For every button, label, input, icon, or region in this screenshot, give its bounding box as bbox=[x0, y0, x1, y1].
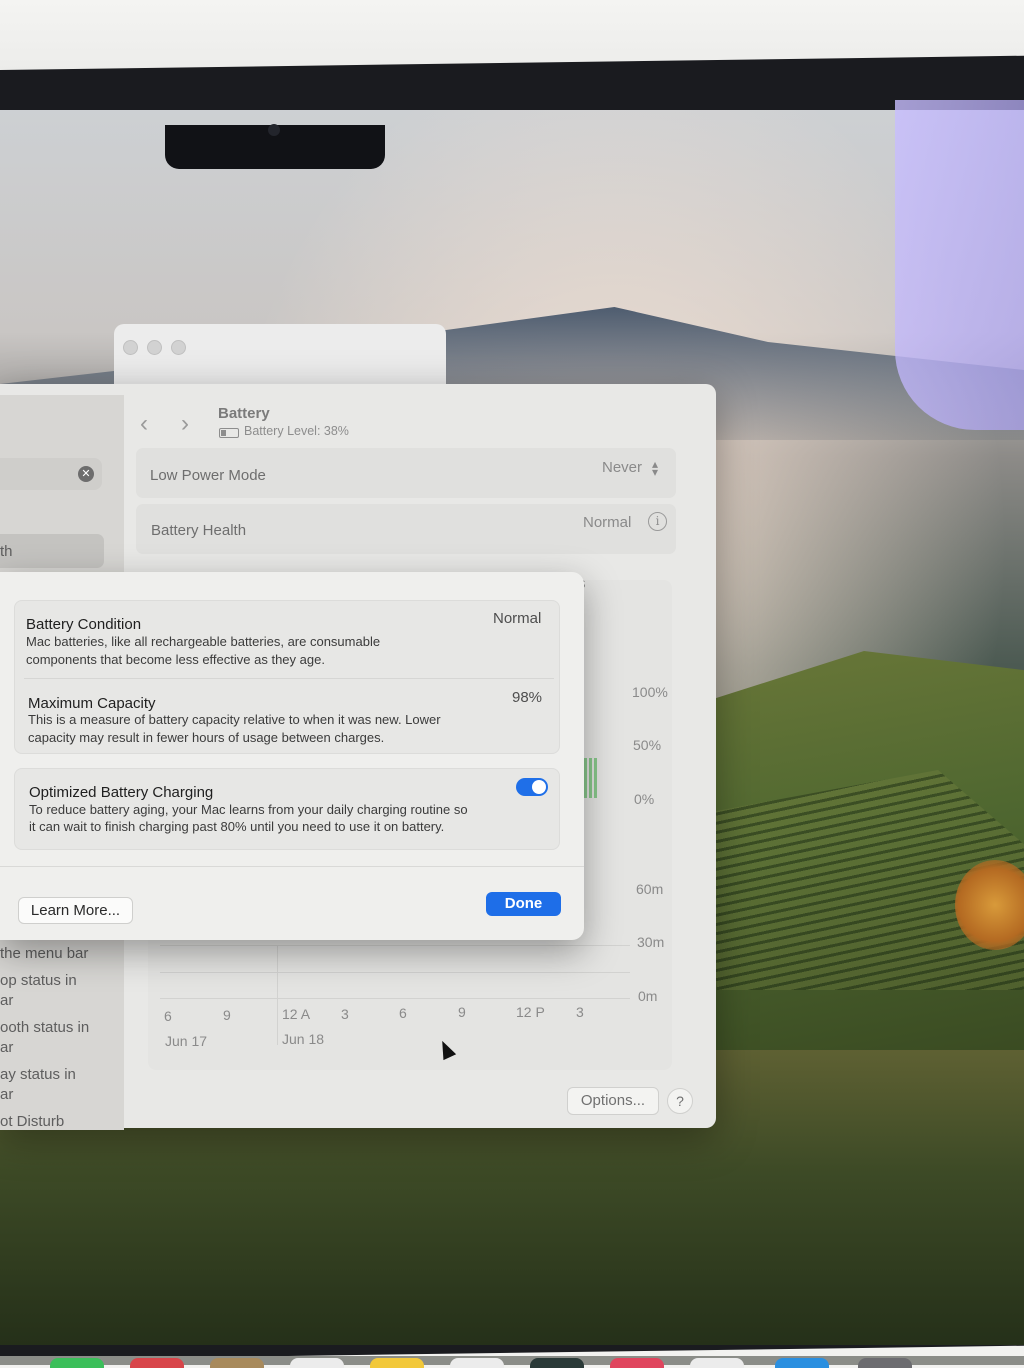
toggle-knob bbox=[532, 780, 546, 794]
dock-app-icon[interactable] bbox=[530, 1358, 584, 1368]
battery-condition-desc: components that become less effective as… bbox=[26, 652, 325, 667]
battery-condition-title: Battery Condition bbox=[26, 616, 142, 633]
date-label: Jun 17 bbox=[165, 1033, 208, 1049]
maximum-capacity-desc: This is a measure of battery capacity re… bbox=[28, 712, 441, 727]
battery-condition-desc: Mac batteries, like all rechargeable bat… bbox=[26, 634, 381, 649]
dock-app-icon[interactable] bbox=[50, 1358, 104, 1368]
minimize-window-button[interactable] bbox=[147, 340, 162, 355]
close-window-button[interactable] bbox=[123, 340, 138, 355]
time-tick: 9 bbox=[458, 1004, 466, 1020]
camera-icon bbox=[268, 124, 280, 136]
sidebar-item-menu-bar[interactable]: the menu bar bbox=[0, 945, 88, 962]
low-power-mode-label: Low Power Mode bbox=[150, 467, 266, 484]
dock-app-icon[interactable] bbox=[290, 1358, 344, 1368]
screen-axis-label: 0m bbox=[638, 988, 658, 1004]
learn-more-button[interactable]: Learn More... bbox=[18, 897, 133, 924]
sidebar-item-label: th bbox=[0, 543, 13, 560]
battery-health-label: Battery Health bbox=[151, 522, 247, 539]
gridline bbox=[160, 998, 630, 999]
sidebar-item-do-not-disturb[interactable]: ot Disturb bbox=[0, 1113, 64, 1130]
dock-app-icon[interactable] bbox=[775, 1358, 829, 1368]
maximum-capacity-value: 98% bbox=[512, 689, 543, 706]
time-tick: 3 bbox=[341, 1006, 349, 1022]
battery-level-bar bbox=[594, 758, 597, 798]
dock-app-icon[interactable] bbox=[610, 1358, 664, 1368]
day-divider bbox=[277, 945, 278, 1045]
battery-level-bar bbox=[589, 758, 592, 798]
chevron-right-icon[interactable]: › bbox=[181, 410, 189, 438]
screen-axis-label: 30m bbox=[637, 934, 665, 950]
low-power-mode-select[interactable]: Never bbox=[602, 459, 642, 476]
sheet-divider bbox=[0, 866, 584, 867]
zoom-window-button[interactable] bbox=[171, 340, 186, 355]
level-axis-label: 50% bbox=[633, 737, 662, 753]
sidebar-item-label[interactable]: ar bbox=[0, 1039, 13, 1056]
sidebar-item-label[interactable]: ay status in bbox=[0, 1066, 76, 1083]
sidebar-item-label[interactable]: ar bbox=[0, 992, 13, 1009]
dock-app-icon[interactable] bbox=[858, 1358, 912, 1368]
chevron-left-icon[interactable]: ‹ bbox=[140, 410, 148, 438]
maximum-capacity-desc: capacity may result in fewer hours of us… bbox=[28, 730, 385, 745]
sidebar-item-selected[interactable] bbox=[0, 534, 104, 568]
sidebar-item-label[interactable]: op status in bbox=[0, 972, 77, 989]
info-icon[interactable]: i bbox=[648, 512, 667, 531]
time-tick: 12 P bbox=[516, 1004, 545, 1020]
battery-health-value: Normal bbox=[583, 514, 632, 531]
clear-search-icon[interactable]: ✕ bbox=[78, 466, 94, 482]
maximum-capacity-title: Maximum Capacity bbox=[28, 695, 156, 712]
time-tick: 3 bbox=[576, 1004, 584, 1020]
optimized-charging-desc: it can wait to finish charging past 80% … bbox=[29, 819, 445, 834]
gridline bbox=[160, 945, 630, 946]
battery-icon bbox=[219, 428, 239, 438]
optimized-charging-title: Optimized Battery Charging bbox=[29, 784, 214, 801]
battery-condition-value: Normal bbox=[493, 610, 542, 627]
screen-glare bbox=[895, 100, 1024, 430]
dock-app-icon[interactable] bbox=[450, 1358, 504, 1368]
screen-axis-label: 60m bbox=[636, 881, 664, 897]
dock-app-icon[interactable] bbox=[690, 1358, 744, 1368]
options-button[interactable]: Options... bbox=[567, 1087, 659, 1115]
level-axis-label: 0% bbox=[634, 791, 655, 807]
dock-app-icon[interactable] bbox=[210, 1358, 264, 1368]
help-button[interactable]: ? bbox=[667, 1088, 693, 1114]
time-tick: 6 bbox=[164, 1008, 172, 1024]
gridline bbox=[160, 972, 630, 973]
sidebar-item-label[interactable]: ooth status in bbox=[0, 1019, 89, 1036]
optimized-charging-desc: To reduce battery aging, your Mac learns… bbox=[29, 802, 468, 817]
time-tick: 9 bbox=[223, 1007, 231, 1023]
done-button[interactable]: Done bbox=[486, 892, 561, 916]
dock-app-icon[interactable] bbox=[370, 1358, 424, 1368]
time-tick: 12 A bbox=[282, 1006, 311, 1022]
stepper-icon[interactable]: ▴ ▾ bbox=[652, 458, 658, 478]
level-axis-label: 100% bbox=[632, 684, 668, 700]
time-tick: 6 bbox=[399, 1005, 407, 1021]
dock-app-icon[interactable] bbox=[130, 1358, 184, 1368]
separator bbox=[24, 678, 554, 679]
battery-level-bar bbox=[584, 758, 587, 798]
page-title: Battery bbox=[218, 405, 270, 422]
battery-level-text: Battery Level: 38% bbox=[244, 424, 349, 438]
sidebar-item-label[interactable]: ar bbox=[0, 1086, 13, 1103]
date-label: Jun 18 bbox=[282, 1031, 325, 1047]
